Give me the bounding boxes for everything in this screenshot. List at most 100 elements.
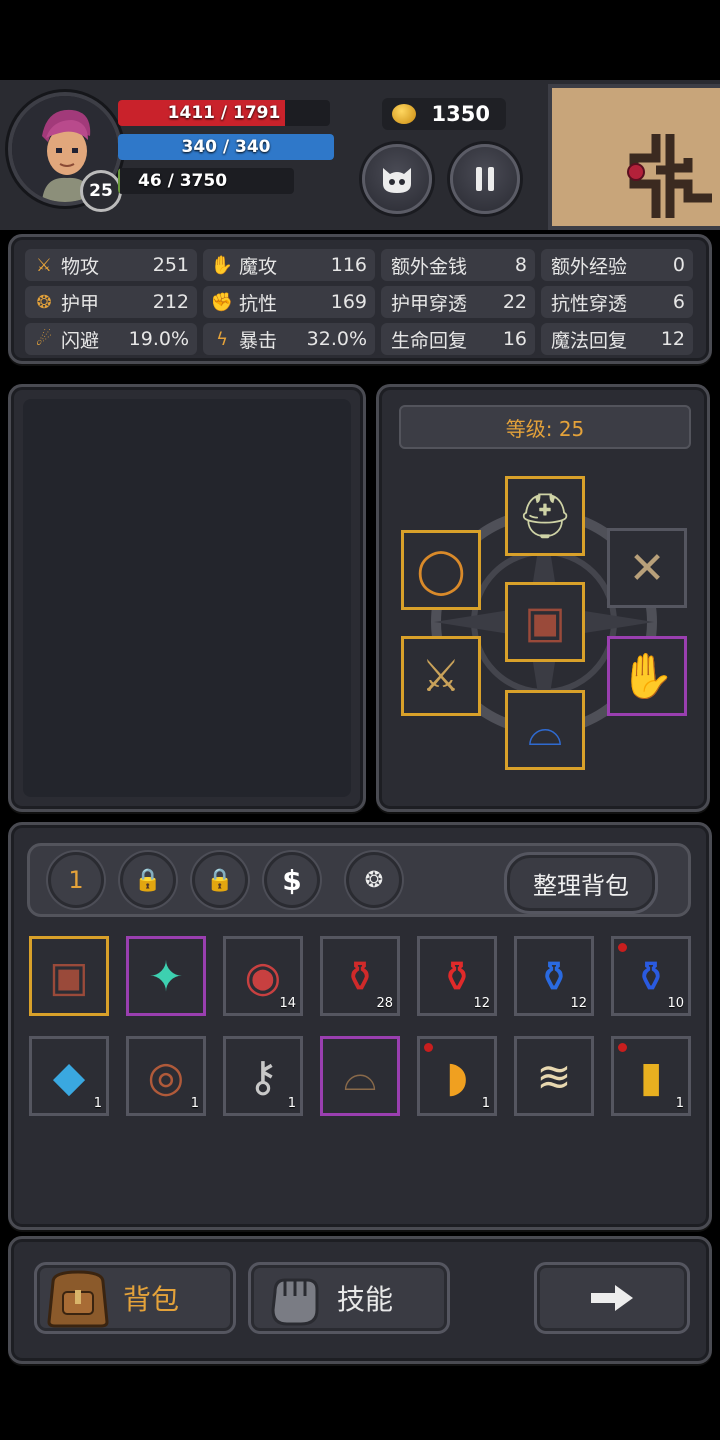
boots-icon: ⌓ (527, 704, 563, 756)
stat-label: 抗性 (239, 292, 278, 315)
item-count: 28 (376, 996, 393, 1011)
sort-bag-button[interactable]: 整理背包 (504, 852, 658, 914)
bag-tab-1[interactable]: 1 (48, 852, 104, 908)
item-count: 1 (190, 1096, 199, 1111)
stat-value: 16 (502, 328, 527, 350)
stat-lightning-9: ϟ 暴击 32.0% (203, 323, 375, 355)
red-potion-icon: ⚱ (439, 951, 475, 1001)
item-count: 1 (481, 1096, 490, 1111)
skills-nav-button[interactable]: 技能 (248, 1262, 450, 1334)
horn-icon: ◗ (445, 1051, 469, 1101)
bag-tab-2[interactable]: 🔒 (120, 852, 176, 908)
stats-panel: ⚔ 物攻 251 ✋ 魔攻 116 额外金钱 8 额外经验 0 ❂ 护甲 212 ✊ 抗性 169 护甲穿透 22… (8, 234, 712, 364)
bag-tab-3[interactable]: 🔒 (192, 852, 248, 908)
pet-button[interactable] (362, 144, 432, 214)
stat-label: 额外经验 (551, 255, 628, 278)
helmet-icon: ⛑ (517, 491, 573, 542)
skills-nav-label: 技能 (337, 1283, 394, 1316)
item-count: 1 (675, 1096, 684, 1111)
bag-nav-label: 背包 (123, 1283, 180, 1316)
bag-item-slot[interactable]: ◉ 14 (223, 936, 303, 1016)
equip-slot-helmet[interactable]: ⛑ (505, 476, 585, 556)
level-header: 等级: 25 (399, 405, 691, 449)
stat-value: 19.0% (128, 328, 189, 350)
bag-tab-5[interactable]: ❂ (346, 852, 402, 908)
maze-map (552, 88, 720, 226)
item-count: 10 (667, 996, 684, 1011)
stat-value: 0 (672, 254, 685, 276)
eye-book-icon: ◎ (147, 1051, 185, 1101)
equip-slot-armor[interactable]: ▣ (505, 582, 585, 662)
stat-value: 22 (502, 291, 527, 313)
level-value: 25 (89, 181, 113, 201)
xp-text: 46 / 3750 (138, 171, 228, 191)
bag-tab-4[interactable]: $ (264, 852, 320, 908)
bag-item-slot[interactable]: ⚱ 12 (514, 936, 594, 1016)
bag-item-slot[interactable]: ⚷ 1 (223, 1036, 303, 1116)
stat-label: 暴击 (239, 329, 278, 352)
bag-item-slot[interactable]: ⚱ 12 (417, 936, 497, 1016)
cat-face-icon (383, 168, 411, 193)
item-count: 1 (93, 1096, 102, 1111)
lock-icon: 🔒 (134, 867, 162, 893)
stat-label: 额外金钱 (391, 255, 468, 278)
dollar-icon: $ (282, 863, 302, 897)
equip-slot-amulet[interactable]: ✕ (607, 528, 687, 608)
stat-value: 6 (672, 291, 685, 313)
stat-label: 闪避 (61, 329, 100, 352)
bag-item-slot[interactable]: ⚱ 28 (320, 936, 400, 1016)
equip-slot-boots[interactable]: ⌓ (505, 690, 585, 770)
sword-icon: ⚔ (35, 254, 53, 276)
bag-nav-button[interactable]: 背包 (34, 1262, 236, 1334)
fist-icon (271, 1278, 319, 1326)
stat-value: 116 (330, 254, 367, 276)
lightning-icon: ϟ (216, 328, 228, 350)
stat-value: 169 (330, 291, 367, 313)
sort-bag-label: 整理背包 (533, 871, 629, 900)
red-potion-small-icon: ⚱ (342, 951, 378, 1001)
meat-icon: ◉ (244, 951, 282, 1001)
bag-item-slot[interactable]: ⚱ 10 (611, 936, 691, 1016)
bag-item-slot[interactable]: ▣ (29, 936, 109, 1016)
minimap[interactable] (548, 84, 720, 230)
stat-extra-6: 护甲穿透 22 (381, 286, 535, 318)
stat-extra-3: 额外经验 0 (541, 249, 693, 281)
pause-icon (476, 167, 494, 191)
bag-item-slot[interactable]: ◗ 1 (417, 1036, 497, 1116)
stat-value: 32.0% (306, 328, 367, 350)
bag-item-slot[interactable]: ◆ 1 (29, 1036, 109, 1116)
crystal-icon: ◆ (52, 1051, 86, 1101)
mp-bar: 340 / 340 (118, 134, 334, 160)
hp-text: 1411 / 1791 (167, 103, 281, 123)
bag-item-slot[interactable]: ⌓ (320, 1036, 400, 1116)
armor-icon: ▣ (49, 951, 89, 1001)
bag-item-slot[interactable]: ▮ 1 (611, 1036, 691, 1116)
stat-extra-7: 抗性穿透 6 (541, 286, 693, 318)
stat-label: 抗性穿透 (551, 292, 628, 315)
runner-icon: ☄ (35, 328, 53, 350)
equipment-level-label: 等级: 25 (505, 416, 585, 441)
bag-tab-label: 1 (68, 866, 84, 894)
bag-item-slot[interactable]: ≋ (514, 1036, 594, 1116)
magic-hand-icon: ✋ (210, 254, 234, 276)
equip-slot-gloves[interactable]: ✋ (607, 636, 687, 716)
next-button[interactable] (534, 1262, 690, 1334)
gold-display: 1350 (382, 98, 506, 130)
bag-item-slot[interactable]: ◎ 1 (126, 1036, 206, 1116)
equip-slot-weapon[interactable]: ⚔ (401, 636, 481, 716)
stat-value: 212 (152, 291, 189, 313)
stat-value: 8 (514, 254, 527, 276)
blue-potion-icon: ⚱ (633, 951, 669, 1001)
item-count: 1 (287, 1096, 296, 1111)
scroll-icon: ≋ (536, 1051, 572, 1101)
pause-button[interactable] (450, 144, 520, 214)
bag-item-slot[interactable]: ✦ (126, 936, 206, 1016)
paint-tube-icon: ▮ (639, 1051, 663, 1101)
blue-potion-small-icon: ⚱ (536, 951, 572, 1001)
stat-runner-8: ☄ 闪避 19.0% (25, 323, 197, 355)
stat-extra-2: 额外金钱 8 (381, 249, 535, 281)
equip-slot-ring[interactable]: ◯ (401, 530, 481, 610)
muscle-icon: ✊ (210, 291, 234, 313)
backpack-icon (47, 1270, 109, 1328)
coin-icon (392, 104, 416, 124)
